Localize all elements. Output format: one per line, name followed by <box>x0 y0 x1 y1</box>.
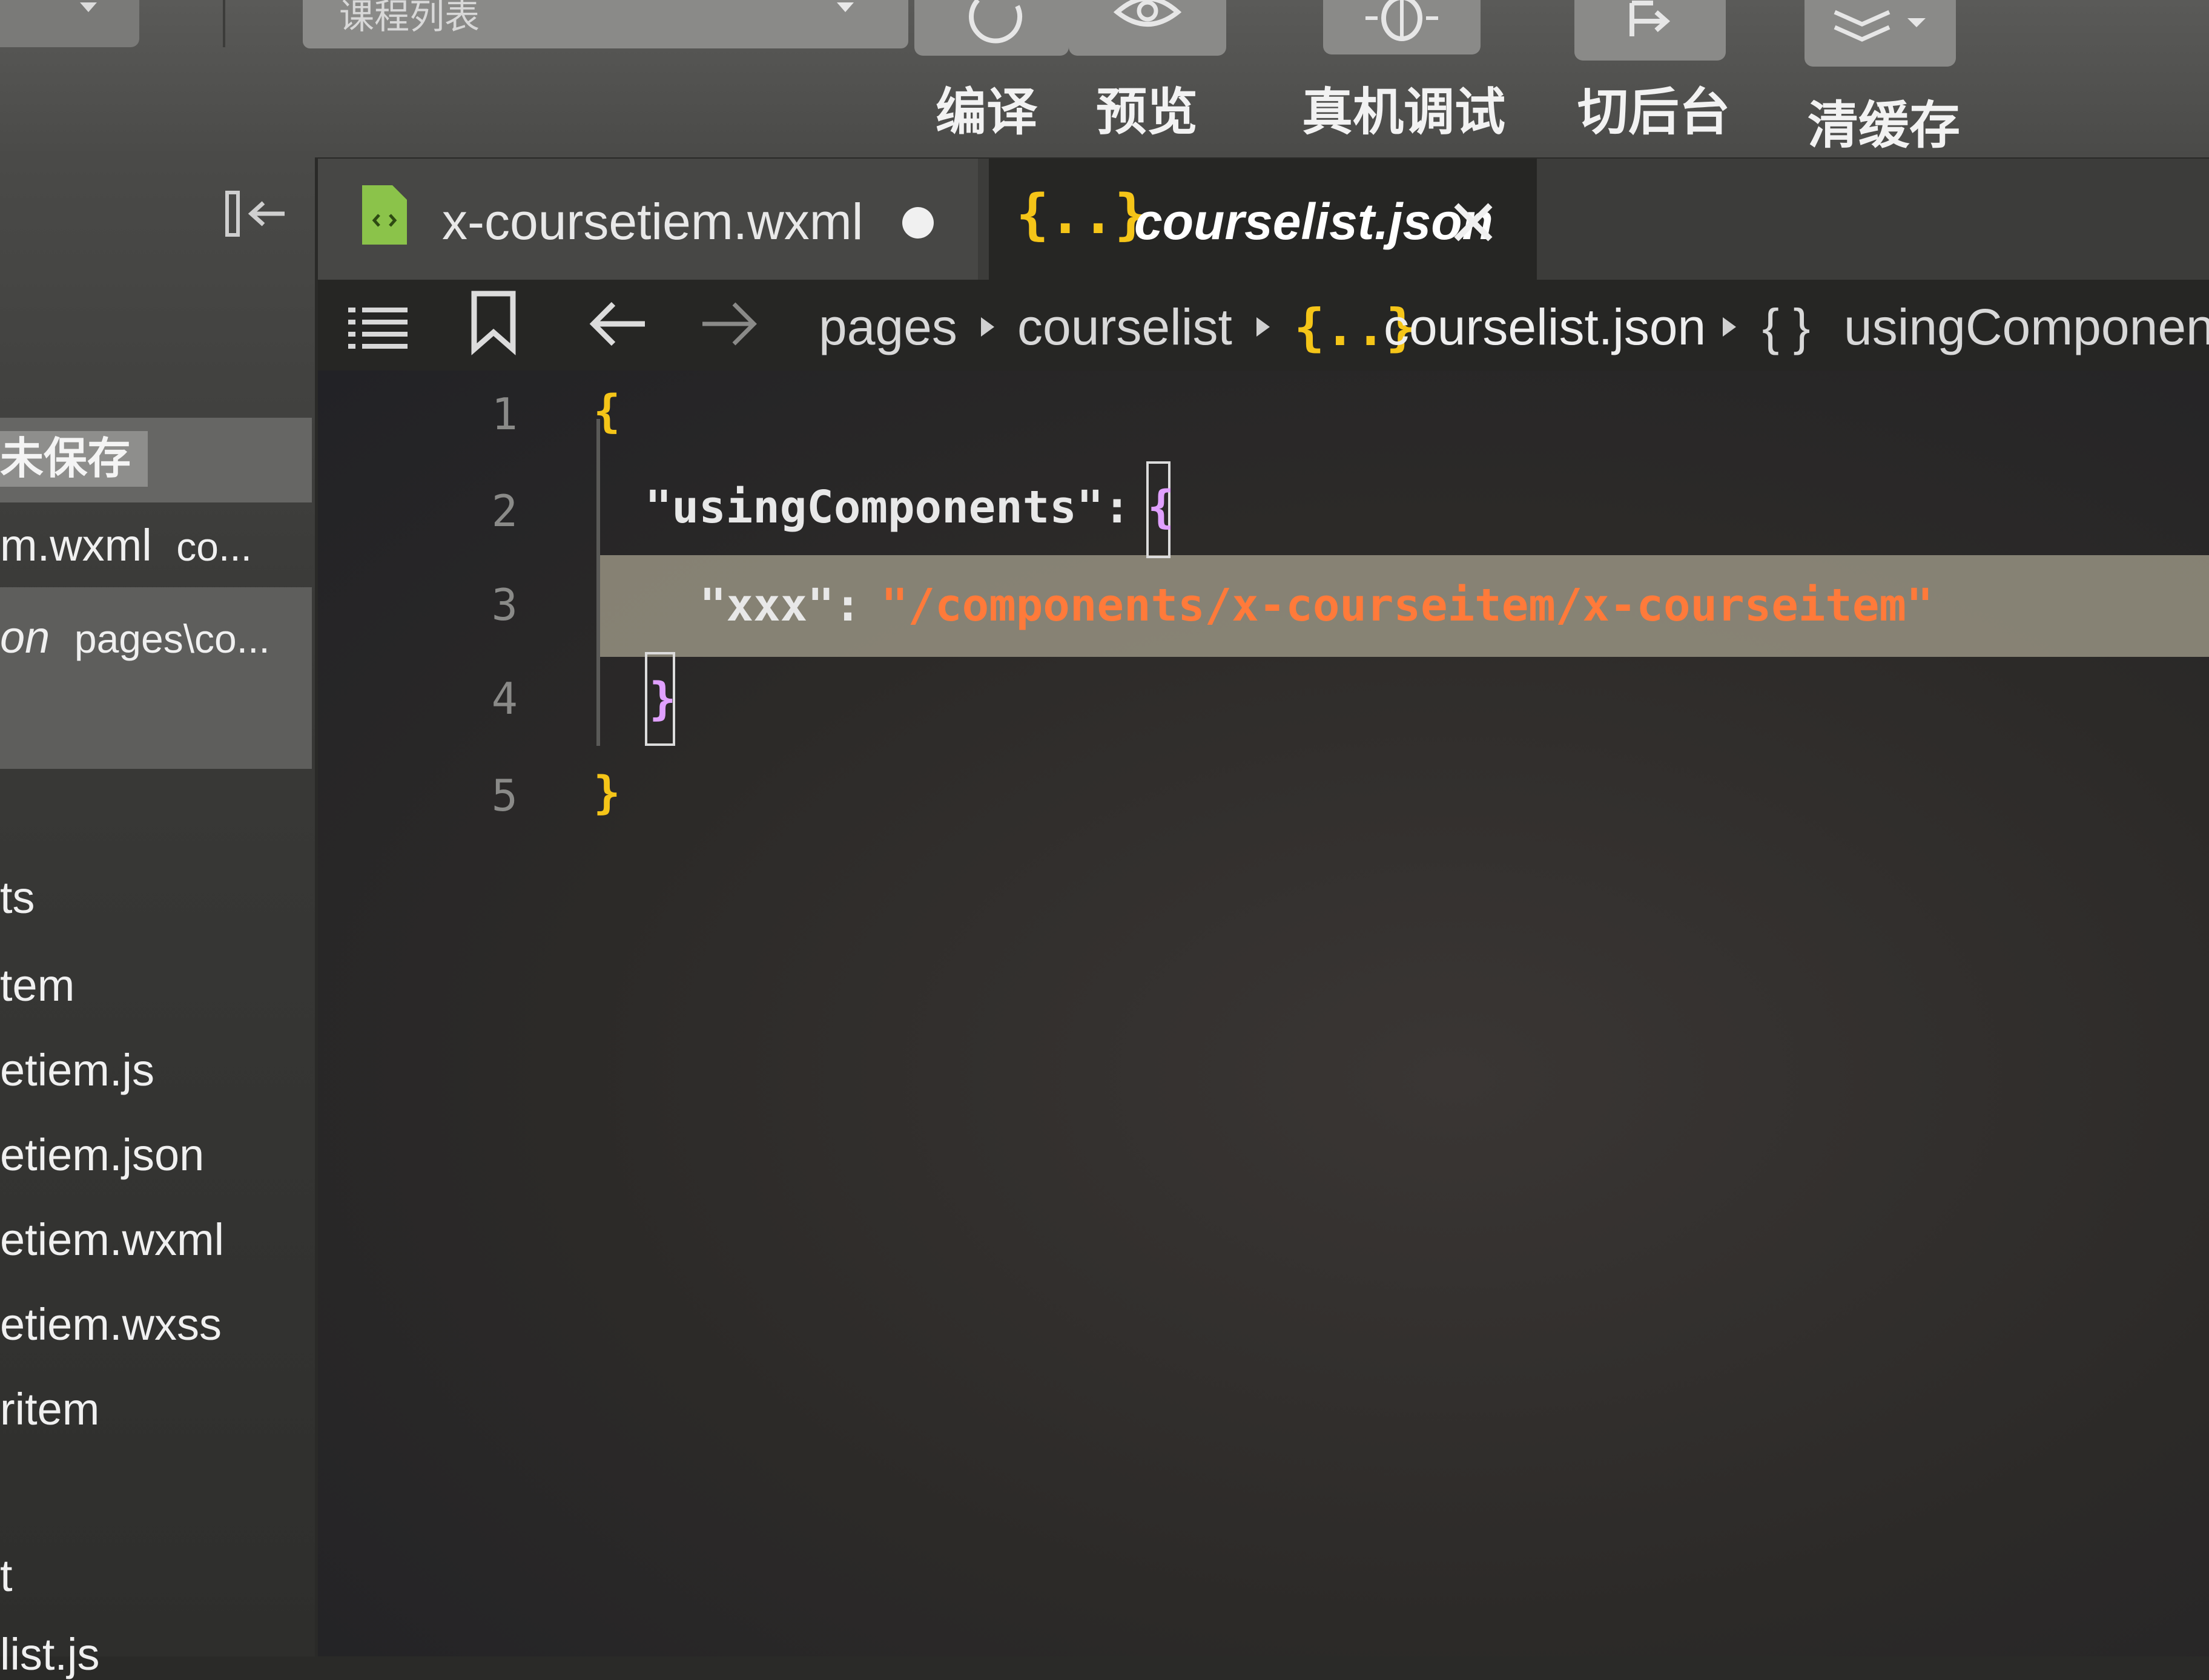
indent-guide <box>596 419 600 746</box>
code-string: "/components/x-courseitem/x-courseitem" <box>881 579 1933 631</box>
breadcrumb-item[interactable]: courselist.json <box>1384 298 1706 357</box>
open-editor-filename: m.wxml <box>0 520 152 570</box>
bug-icon <box>1365 0 1438 41</box>
code-brace: } <box>593 767 621 819</box>
tree-item[interactable]: ritem <box>0 1383 306 1435</box>
back-arrow-icon[interactable] <box>584 297 651 351</box>
line-number: 3 <box>491 579 518 630</box>
preview-label: 预览 <box>1096 84 1198 140</box>
breadcrumb-item[interactable]: pages <box>819 298 957 357</box>
code-key: "xxx": <box>699 579 862 631</box>
tab-label: courselist.json <box>1134 193 1493 250</box>
tree-item[interactable]: etiem.json <box>0 1129 306 1181</box>
tree-item[interactable]: t <box>0 1550 306 1601</box>
switch-background-label: 切后台 <box>1577 84 1731 140</box>
code-editor[interactable]: 1 2 3 4 5 { "usingComponents": { "xxx": … <box>318 371 2209 1656</box>
line-number: 5 <box>491 770 518 821</box>
tab-label: x-coursetiem.wxml <box>442 193 863 250</box>
compile-label: 编译 <box>936 84 1038 140</box>
preview-button[interactable] <box>1069 0 1226 56</box>
forward-arrow-icon[interactable] <box>696 297 763 351</box>
unsaved-badge: 未保存 <box>0 431 148 487</box>
line-number: 1 <box>491 389 518 440</box>
tree-item[interactable]: etiem.js <box>0 1044 306 1096</box>
simulator-dropdown[interactable] <box>0 0 139 47</box>
clear-cache-button[interactable] <box>1805 0 1956 67</box>
tree-item[interactable]: etiem.wxss <box>0 1299 306 1350</box>
layers-icon <box>1834 10 1926 42</box>
compile-button[interactable] <box>914 0 1069 56</box>
chevron-right-icon <box>1256 317 1270 337</box>
open-editor-item[interactable]: on pages\co... <box>0 611 306 663</box>
line-number: 4 <box>491 673 518 724</box>
close-icon[interactable] <box>1449 198 1497 246</box>
editor-tab-bar: x-coursetiem.wxml {..} courselist.json <box>318 159 2209 280</box>
open-editor-path: pages\co... <box>74 616 270 661</box>
tree-item[interactable]: list.js <box>0 1629 306 1680</box>
breadcrumb-bar: pages courselist {..} courselist.json { … <box>318 280 2209 371</box>
bookmark-icon[interactable] <box>463 289 524 355</box>
code-key: "usingComponents": <box>645 481 1131 533</box>
wxml-file-icon <box>362 185 407 245</box>
tab-courselist-json[interactable]: {..} courselist.json <box>989 159 1537 280</box>
code-brace: } <box>649 673 676 725</box>
chevron-down-icon <box>80 2 97 12</box>
eye-icon <box>1113 0 1182 27</box>
chevron-right-icon <box>981 317 994 337</box>
object-icon: { } <box>1762 298 1811 355</box>
open-editor-item[interactable]: m.wxml co... <box>0 519 306 571</box>
chevron-right-icon <box>1723 317 1736 337</box>
compile-mode-label: 课程列表 <box>339 0 480 36</box>
tree-item[interactable]: etiem.wxml <box>0 1214 306 1265</box>
outline-list-icon[interactable] <box>345 297 412 357</box>
json-file-icon: {..} <box>1016 183 1147 246</box>
compile-mode-select[interactable]: 课程列表 <box>303 0 908 48</box>
tree-item[interactable]: tem <box>0 960 306 1011</box>
clear-cache-label: 清缓存 <box>1808 97 1961 154</box>
toolbar-divider <box>223 0 225 47</box>
remote-debug-button[interactable] <box>1323 0 1481 54</box>
tree-item[interactable]: ts <box>0 872 306 923</box>
breadcrumb-item[interactable]: usingComponent <box>1844 298 2209 357</box>
collapse-sidebar-icon[interactable] <box>224 188 291 242</box>
unsaved-dot-icon[interactable] <box>902 207 934 239</box>
chevron-down-icon <box>837 2 854 12</box>
tab-x-coursetiem-wxml[interactable]: x-coursetiem.wxml <box>318 159 978 280</box>
refresh-icon <box>969 0 1022 44</box>
code-brace: { <box>1147 481 1175 533</box>
remote-debug-label: 真机调试 <box>1302 84 1506 140</box>
switch-background-button[interactable] <box>1574 0 1726 61</box>
switch-background-icon <box>1630 1 1671 36</box>
line-number: 2 <box>491 486 518 536</box>
top-toolbar: 课程列表 编译 预览 真机调试 切后台 清缓存 <box>0 0 2209 157</box>
open-editor-filename: on <box>0 612 50 662</box>
open-editor-path: co... <box>176 524 253 569</box>
breadcrumb-item[interactable]: courselist <box>1017 298 1232 357</box>
code-brace: { <box>593 386 621 438</box>
